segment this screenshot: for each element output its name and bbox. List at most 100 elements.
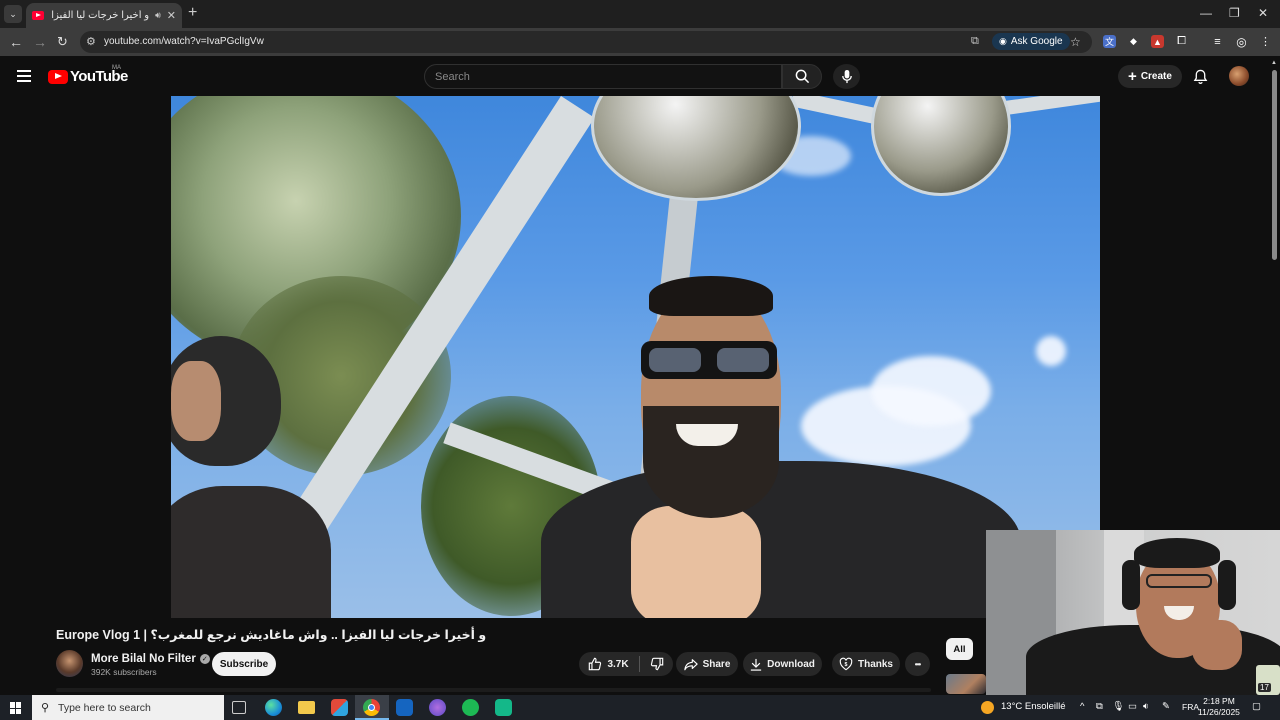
windows-start-icon[interactable] xyxy=(10,702,22,714)
pen-icon[interactable]: ✎ xyxy=(1162,701,1170,712)
youtube-play-icon xyxy=(48,69,68,84)
media-control-icon[interactable]: ≡ xyxy=(1211,35,1224,48)
subscriber-count: 392K subscribers xyxy=(91,667,157,677)
country-code: MA xyxy=(112,65,121,71)
account-avatar[interactable] xyxy=(1229,66,1249,86)
site-info-icon[interactable]: ⚙︎ xyxy=(86,35,96,48)
menu-hamburger-icon[interactable] xyxy=(17,70,31,85)
tray-app-icon[interactable]: ⧉ xyxy=(1096,701,1103,712)
weather-sun-icon[interactable] xyxy=(981,701,994,714)
chrome-menu-icon[interactable]: ⋮ xyxy=(1259,35,1272,48)
webcam-headphone-left xyxy=(1122,560,1140,610)
description-box-edge xyxy=(56,688,931,692)
restore-button[interactable]: ❐ xyxy=(1229,6,1240,20)
extension-diamond-icon[interactable]: ◆ xyxy=(1127,35,1140,48)
microphone-icon xyxy=(841,69,852,84)
forward-button[interactable]: → xyxy=(33,33,47,51)
ask-google-button[interactable]: ◉ Ask Google xyxy=(992,33,1070,50)
plus-icon: + xyxy=(1128,67,1137,85)
notifications-bell-icon[interactable] xyxy=(1193,69,1208,90)
whatsapp-desktop-icon[interactable] xyxy=(495,699,512,716)
notification-count-badge: 17 xyxy=(1258,683,1271,692)
search-icon: ⚲ xyxy=(41,702,50,714)
atomium-sphere xyxy=(871,96,1011,196)
person-face xyxy=(171,361,221,441)
clock[interactable]: 2:18 PM 11/26/2025 xyxy=(1198,696,1240,718)
close-tab-icon[interactable]: ✕ xyxy=(167,9,176,22)
windows-taskbar: ⚲ Type here to search 13°C Ensoleillé ^ … xyxy=(0,683,1280,720)
volume-icon[interactable]: 🔉︎ xyxy=(1143,701,1149,712)
like-button[interactable]: 3.7K xyxy=(588,657,629,671)
new-tab-button[interactable]: + xyxy=(188,5,197,21)
page-scrollbar-thumb[interactable] xyxy=(1272,70,1277,260)
address-bar[interactable]: ⚙︎ youtube.com/watch?v=IvaPGclIgVw ⧉ xyxy=(80,31,1092,53)
share-label: Share xyxy=(702,658,731,670)
download-button[interactable]: Download xyxy=(743,652,822,676)
thumbs-down-icon[interactable] xyxy=(650,657,664,671)
webcam-person-hair xyxy=(1134,538,1220,568)
browser-tab-active[interactable]: و أخيرا خرجات ليا الفيزا .. واش 🔊︎ ✕ xyxy=(26,3,182,28)
search-button[interactable] xyxy=(782,64,822,89)
weather-text[interactable]: 13°C Ensoleillé xyxy=(1001,701,1066,712)
show-hidden-icons-chevron-icon[interactable]: ^ xyxy=(1080,701,1084,712)
extension-red-icon[interactable]: ▲ xyxy=(1151,35,1164,48)
network-icon[interactable]: ▭ xyxy=(1128,701,1137,712)
create-button[interactable]: + Create xyxy=(1118,65,1182,88)
extensions-puzzle-icon[interactable]: ⧠ xyxy=(1175,35,1188,48)
cast-icon[interactable]: ⧉ xyxy=(971,35,979,48)
channel-avatar[interactable] xyxy=(56,650,83,677)
webcam-person-hand xyxy=(1192,620,1242,670)
close-window-button[interactable]: ✕ xyxy=(1258,6,1268,20)
download-label: Download xyxy=(767,658,815,670)
messenger-icon[interactable] xyxy=(429,699,446,716)
youtube-logo[interactable]: YouTube MA xyxy=(48,65,128,85)
language-indicator[interactable]: FRA xyxy=(1182,702,1199,712)
profile-icon[interactable]: ◎ xyxy=(1235,35,1248,49)
clock-date: 11/26/2025 xyxy=(1198,707,1240,717)
reload-button[interactable]: ↻ xyxy=(57,33,68,51)
tab-title: و أخيرا خرجات ليا الفيزا .. واش xyxy=(50,10,150,21)
minimize-button[interactable]: — xyxy=(1200,6,1212,20)
youtube-header: YouTube MA Search + Create xyxy=(0,56,1280,96)
google-lens-icon: ◉ xyxy=(999,36,1007,46)
voice-search-button[interactable] xyxy=(833,64,860,89)
browser-tab-bar: ⌄ و أخيرا خرجات ليا الفيزا .. واش 🔊︎ ✕ +… xyxy=(0,0,1280,28)
sunglasses-lens-right xyxy=(717,348,769,372)
spotify-icon[interactable] xyxy=(462,699,479,716)
file-explorer-icon[interactable] xyxy=(298,701,315,714)
task-view-icon[interactable] xyxy=(232,701,246,714)
chrome-taskbar-active[interactable] xyxy=(355,695,389,720)
channel-name-row[interactable]: More Bilal No Filter ✓ xyxy=(91,653,210,665)
webcam-glasses xyxy=(1146,574,1212,588)
speaker-icon[interactable]: 🔊︎ xyxy=(155,10,161,21)
tab-search-button[interactable]: ⌄ xyxy=(4,5,22,23)
ask-google-label: Ask Google xyxy=(1010,36,1063,47)
more-actions-button[interactable]: ••• xyxy=(905,652,930,676)
notifications-icon[interactable]: ▢ xyxy=(1252,701,1261,712)
chip-all[interactable]: All xyxy=(946,638,973,660)
webcam-overlay xyxy=(986,530,1280,695)
share-button[interactable]: Share xyxy=(676,652,738,676)
subscribe-button[interactable]: Subscribe xyxy=(212,652,276,676)
outlook-icon[interactable] xyxy=(396,699,413,716)
bookmark-star-icon[interactable]: ☆ xyxy=(1070,33,1081,51)
recommended-video-thumbnail[interactable] xyxy=(946,674,986,694)
scroll-up-arrow-icon[interactable]: ▲ xyxy=(1271,60,1277,66)
video-player[interactable] xyxy=(171,96,1100,618)
back-button[interactable]: ← xyxy=(9,33,23,51)
search-input[interactable]: Search xyxy=(424,64,782,89)
thanks-button[interactable]: $ Thanks xyxy=(832,652,900,676)
video-title: Europe Vlog 1 | و أخيرا خرجات ليا الفيزا… xyxy=(56,628,487,642)
microphone-tray-icon[interactable]: 🎙︎ xyxy=(1112,701,1124,712)
channel-name[interactable]: More Bilal No Filter xyxy=(91,653,196,665)
translate-extension-icon[interactable]: 文 xyxy=(1103,35,1116,48)
download-icon xyxy=(750,658,762,671)
edge-browser-icon[interactable] xyxy=(265,699,282,716)
person-hair xyxy=(649,276,773,316)
microsoft-store-icon[interactable] xyxy=(331,699,348,716)
thanks-heart-icon: $ xyxy=(839,657,853,671)
sunglasses-lens-left xyxy=(649,348,701,372)
person-tshirt xyxy=(631,506,761,618)
taskbar-search-input[interactable]: ⚲ Type here to search xyxy=(32,695,224,720)
thumbs-up-icon xyxy=(589,657,602,671)
